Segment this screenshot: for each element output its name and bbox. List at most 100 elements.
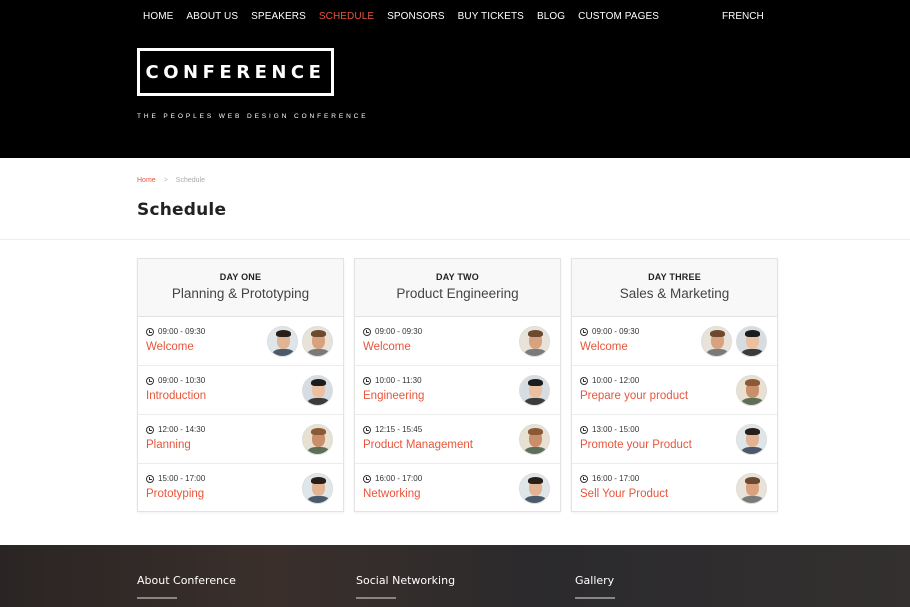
speaker-avatar[interactable]: [736, 473, 767, 504]
clock-icon: [580, 327, 588, 336]
footer-underline: [137, 597, 177, 599]
session-title[interactable]: Sell Your Product: [580, 488, 668, 500]
footer-underline: [575, 597, 615, 599]
session-title[interactable]: Prepare your product: [580, 390, 688, 402]
site-header: HOME ABOUT US SPEAKERS SCHEDULE SPONSORS…: [0, 0, 910, 158]
speaker-avatars: [519, 375, 550, 406]
session-row[interactable]: 09:00 - 09:30 Welcome: [138, 317, 343, 366]
session-time: 10:00 - 12:00: [580, 376, 639, 385]
session-time: 13:00 - 15:00: [580, 425, 639, 434]
session-title[interactable]: Promote your Product: [580, 439, 692, 451]
nav-about-us[interactable]: ABOUT US: [186, 10, 238, 24]
session-title[interactable]: Prototyping: [146, 488, 204, 500]
speaker-avatar[interactable]: [267, 326, 298, 357]
nav-schedule[interactable]: SCHEDULE: [319, 10, 374, 24]
speaker-avatar[interactable]: [519, 473, 550, 504]
speaker-avatars: [701, 326, 767, 357]
day-card-header: DAY ONE Planning & Prototyping: [138, 259, 343, 317]
clock-icon: [363, 376, 371, 385]
session-title[interactable]: Networking: [363, 488, 421, 500]
session-title[interactable]: Introduction: [146, 390, 206, 402]
speaker-avatars: [519, 326, 550, 357]
speaker-avatar[interactable]: [701, 326, 732, 357]
session-row[interactable]: 13:00 - 15:00 Promote your Product: [572, 415, 777, 464]
day-label: DAY TWO: [436, 272, 479, 282]
session-time: 09:00 - 09:30: [580, 327, 639, 336]
speaker-avatar[interactable]: [302, 326, 333, 357]
logo-text: CONFERENCE: [145, 61, 326, 83]
session-title[interactable]: Welcome: [363, 341, 411, 353]
session-row[interactable]: 09:00 - 09:30 Welcome: [572, 317, 777, 366]
day-label: DAY THREE: [648, 272, 701, 282]
session-title[interactable]: Planning: [146, 439, 191, 451]
session-time: 15:00 - 17:00: [146, 474, 205, 483]
speaker-avatar[interactable]: [302, 424, 333, 455]
session-time-text: 09:00 - 09:30: [158, 327, 206, 336]
speaker-avatar[interactable]: [736, 424, 767, 455]
nav-home[interactable]: HOME: [143, 10, 173, 24]
breadcrumb-separator: >: [163, 177, 168, 184]
session-row[interactable]: 09:00 - 10:30 Introduction: [138, 366, 343, 415]
language-switch[interactable]: FRENCH: [722, 10, 764, 24]
session-time-text: 09:00 - 10:30: [158, 376, 206, 385]
session-time-text: 10:00 - 12:00: [592, 376, 640, 385]
session-title[interactable]: Welcome: [146, 341, 194, 353]
clock-icon: [146, 327, 154, 336]
speaker-avatars: [267, 326, 333, 357]
day-label: DAY ONE: [219, 272, 262, 282]
clock-icon: [146, 376, 154, 385]
session-row[interactable]: 12:15 - 15:45 Product Management: [355, 415, 560, 464]
day-card: DAY TWO Product Engineering 09:00 - 09:30 W…: [354, 258, 561, 512]
speaker-avatar[interactable]: [519, 326, 550, 357]
speaker-avatars: [302, 473, 333, 504]
nav-speakers[interactable]: SPEAKERS: [251, 10, 306, 24]
session-row[interactable]: 12:00 - 14:30 Planning: [138, 415, 343, 464]
speaker-avatar[interactable]: [736, 375, 767, 406]
speaker-avatar[interactable]: [519, 375, 550, 406]
speaker-avatar[interactable]: [736, 326, 767, 357]
session-title[interactable]: Welcome: [580, 341, 628, 353]
session-time-text: 16:00 - 17:00: [375, 474, 423, 483]
session-time: 12:00 - 14:30: [146, 425, 205, 434]
session-time: 09:00 - 10:30: [146, 376, 205, 385]
session-time: 16:00 - 17:00: [580, 474, 639, 483]
nav-buy-tickets[interactable]: BUY TICKETS: [458, 10, 524, 24]
session-row[interactable]: 15:00 - 17:00 Prototyping: [138, 464, 343, 513]
footer-heading-gallery: Gallery: [575, 574, 615, 587]
session-row[interactable]: 10:00 - 12:00 Prepare your product: [572, 366, 777, 415]
footer-underline: [356, 597, 396, 599]
session-title[interactable]: Engineering: [363, 390, 424, 402]
session-time: 09:00 - 09:30: [146, 327, 205, 336]
speaker-avatar[interactable]: [302, 375, 333, 406]
speaker-avatars: [302, 424, 333, 455]
nav-sponsors[interactable]: SPONSORS: [387, 10, 444, 24]
speaker-avatar[interactable]: [302, 473, 333, 504]
day-card-header: DAY TWO Product Engineering: [355, 259, 560, 317]
site-footer: About Conference Social Networking Galle…: [0, 545, 910, 607]
clock-icon: [146, 474, 154, 483]
session-row[interactable]: 16:00 - 17:00 Sell Your Product: [572, 464, 777, 513]
session-time: 10:00 - 11:30: [363, 376, 422, 385]
session-row[interactable]: 09:00 - 09:30 Welcome: [355, 317, 560, 366]
nav-custom-pages[interactable]: CUSTOM PAGES: [578, 10, 659, 24]
session-time: 09:00 - 09:30: [363, 327, 422, 336]
session-title[interactable]: Product Management: [363, 439, 473, 451]
speaker-avatars: [302, 375, 333, 406]
speaker-avatars: [736, 473, 767, 504]
breadcrumb-home[interactable]: Home: [137, 177, 156, 184]
session-time-text: 12:15 - 15:45: [375, 425, 423, 434]
session-row[interactable]: 10:00 - 11:30 Engineering: [355, 366, 560, 415]
speaker-avatars: [736, 375, 767, 406]
nav-blog[interactable]: BLOG: [537, 10, 565, 24]
main-nav: HOME ABOUT US SPEAKERS SCHEDULE SPONSORS…: [143, 10, 672, 24]
day-card: DAY THREE Sales & Marketing 09:00 - 09:30 W…: [571, 258, 778, 512]
speaker-avatars: [519, 424, 550, 455]
site-logo[interactable]: CONFERENCE: [137, 48, 334, 96]
page-title: Schedule: [137, 200, 227, 220]
session-row[interactable]: 16:00 - 17:00 Networking: [355, 464, 560, 513]
clock-icon: [580, 425, 588, 434]
clock-icon: [363, 474, 371, 483]
breadcrumb: Home > Schedule: [137, 177, 205, 184]
speaker-avatar[interactable]: [519, 424, 550, 455]
footer-heading-social: Social Networking: [356, 574, 456, 587]
